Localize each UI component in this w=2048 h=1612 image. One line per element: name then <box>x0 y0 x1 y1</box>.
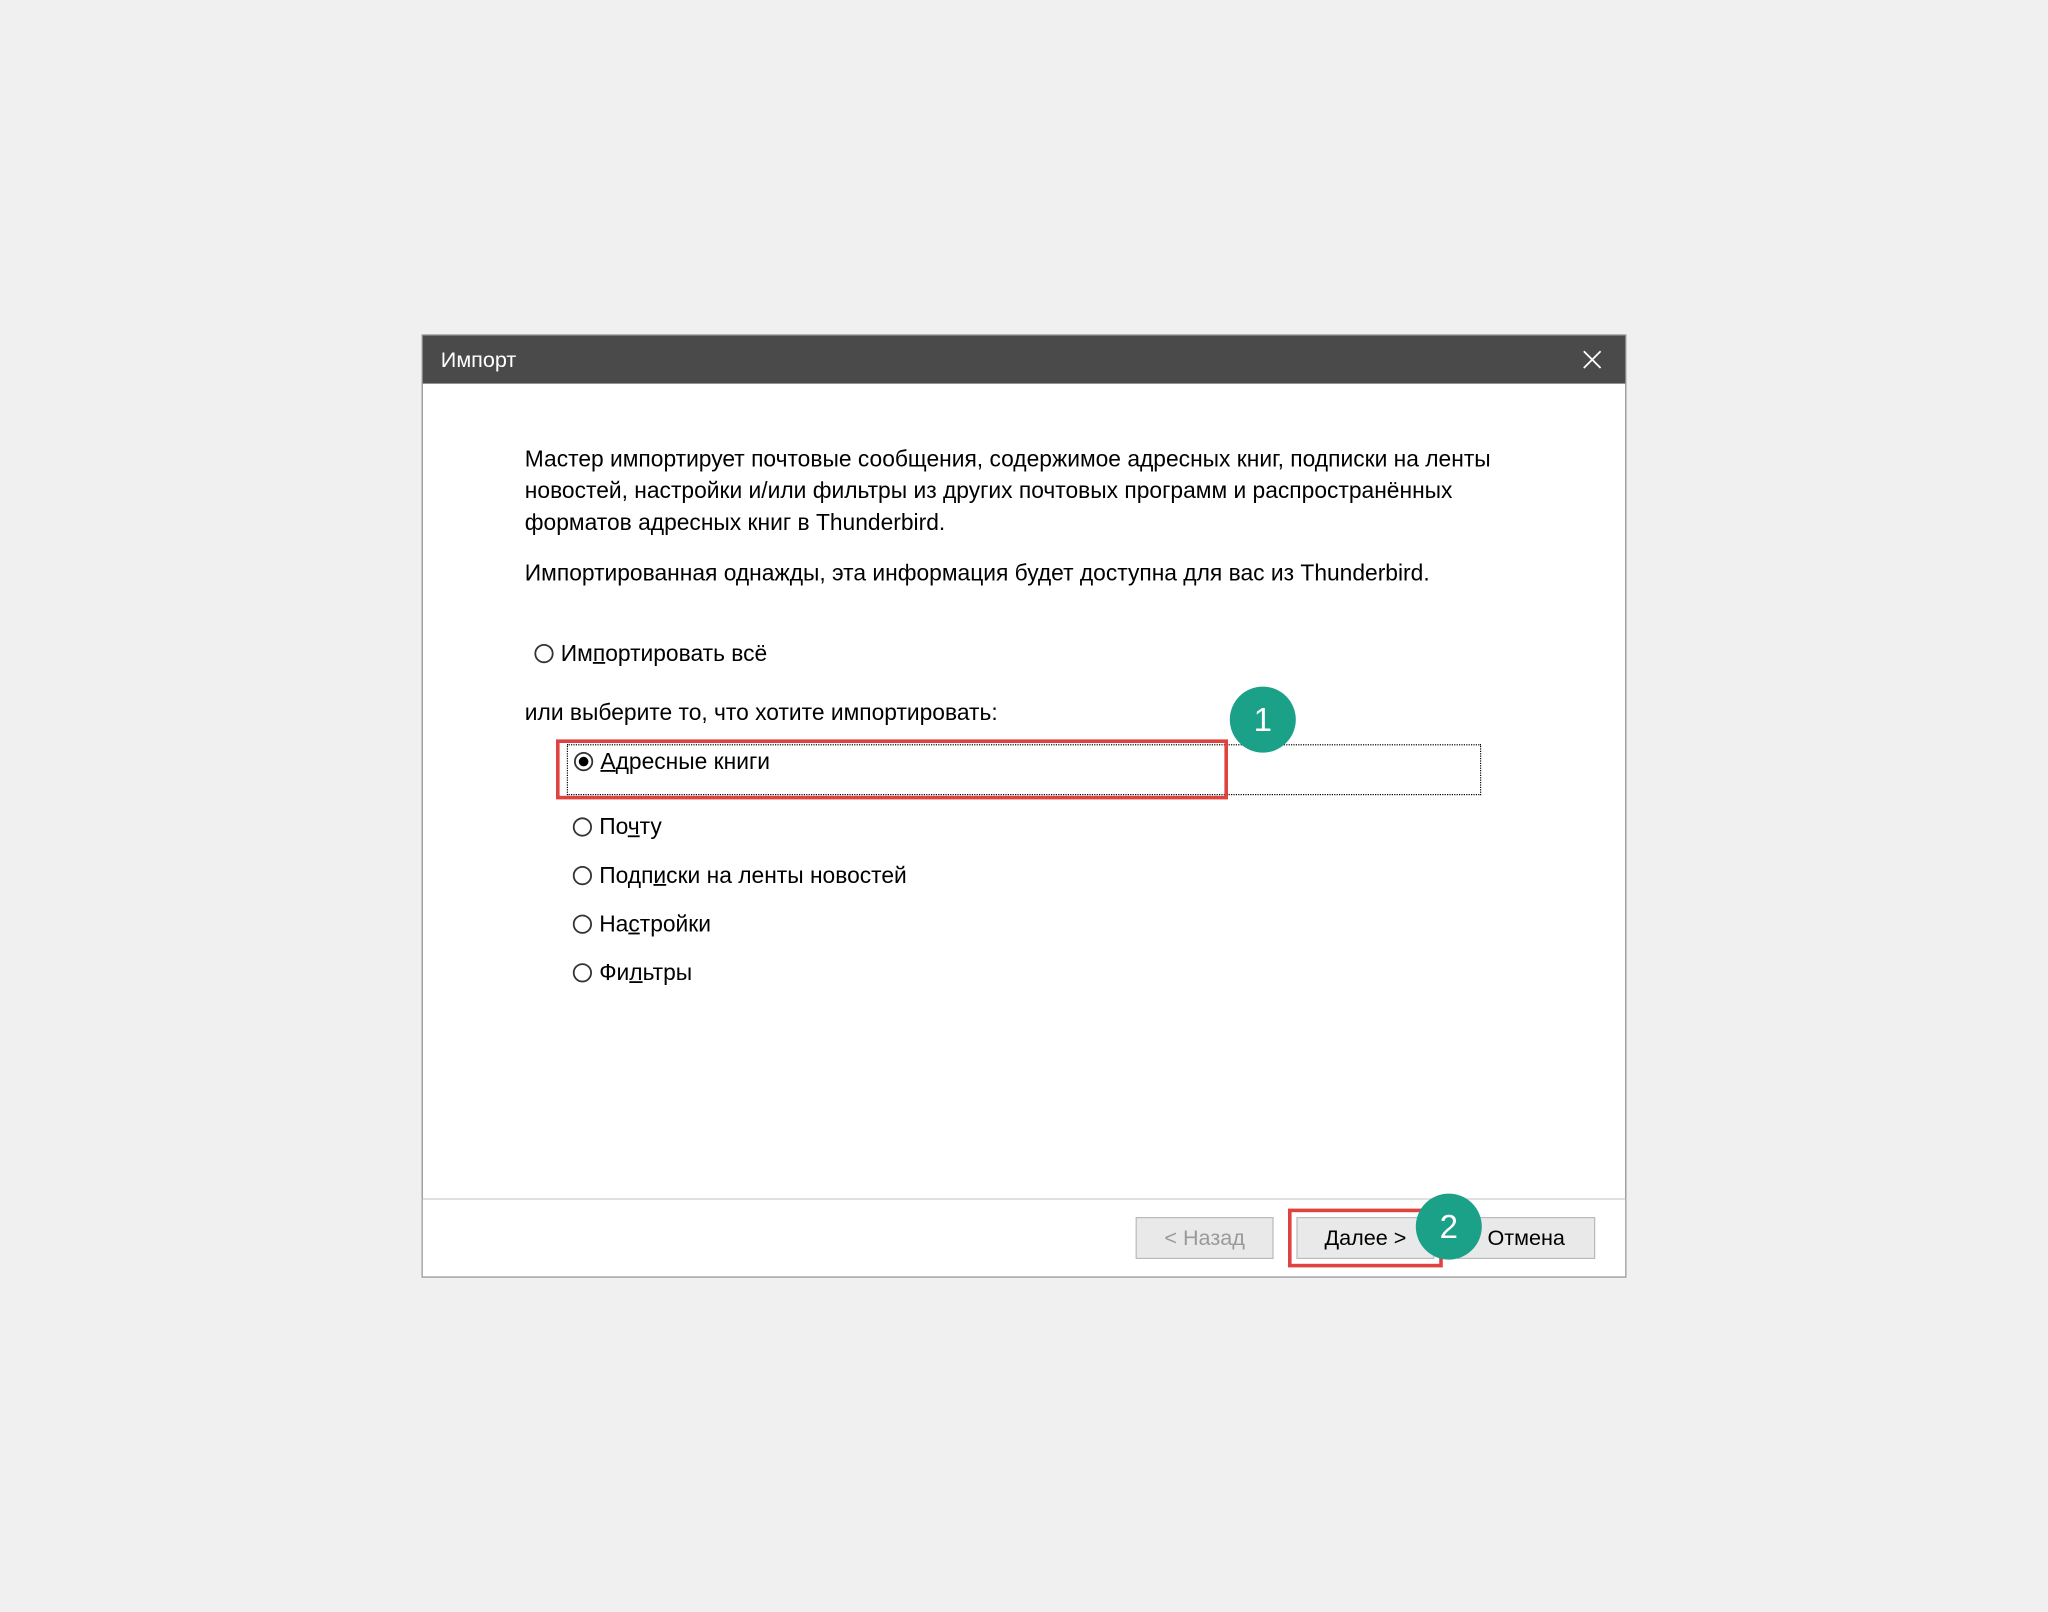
radio-import-all-wrap: Импортировать всё <box>525 637 1523 670</box>
radio-control-icon <box>534 644 553 663</box>
intro-p2: Импортированная однажды, эта информация … <box>525 557 1523 589</box>
radio-control-icon <box>574 752 593 771</box>
radio-control-icon <box>573 915 592 934</box>
radio-label: Импортировать всё <box>561 641 767 667</box>
radio-control-icon <box>573 866 592 885</box>
radio-group-items: Адресные книги Почту Подписки на ленты н… <box>525 744 1523 1005</box>
next-button-wrap: Далее > <box>1296 1217 1434 1259</box>
radio-label: Адресные книги <box>600 749 770 775</box>
next-button[interactable]: Далее > <box>1296 1217 1434 1259</box>
radio-label: Фильтры <box>599 960 692 986</box>
cancel-button[interactable]: Отмена <box>1457 1217 1595 1259</box>
radio-filters[interactable]: Фильтры <box>573 956 1475 989</box>
titlebar: Импорт <box>423 336 1625 384</box>
button-bar: < Назад Далее > Отмена <box>423 1198 1625 1276</box>
window-title: Импорт <box>441 347 517 372</box>
radio-address-books[interactable]: Адресные книги <box>574 749 1474 775</box>
radio-import-all[interactable]: Импортировать всё <box>534 637 1523 670</box>
radio-control-icon <box>573 818 592 837</box>
radio-settings[interactable]: Настройки <box>573 908 1475 941</box>
subsection-label: или выберите то, что хотите импортироват… <box>525 700 1523 726</box>
close-icon[interactable] <box>1577 345 1607 375</box>
dialog-content: Мастер импортирует почтовые сообщения, с… <box>423 384 1625 1199</box>
intro-text: Мастер импортирует почтовые сообщения, с… <box>525 444 1523 608</box>
import-dialog: Импорт Мастер импортирует почтовые сообщ… <box>422 334 1627 1277</box>
radio-label: Подписки на ленты новостей <box>599 863 907 889</box>
radio-control-icon <box>573 963 592 982</box>
intro-p1: Мастер импортирует почтовые сообщения, с… <box>525 444 1523 540</box>
radio-label: Настройки <box>599 911 711 937</box>
radio-mail[interactable]: Почту <box>573 811 1475 844</box>
radio-feeds[interactable]: Подписки на ленты новостей <box>573 859 1475 892</box>
radio-item-address-books-focussed: Адресные книги <box>567 744 1481 795</box>
radio-label: Почту <box>599 814 662 840</box>
back-button[interactable]: < Назад <box>1136 1217 1274 1259</box>
